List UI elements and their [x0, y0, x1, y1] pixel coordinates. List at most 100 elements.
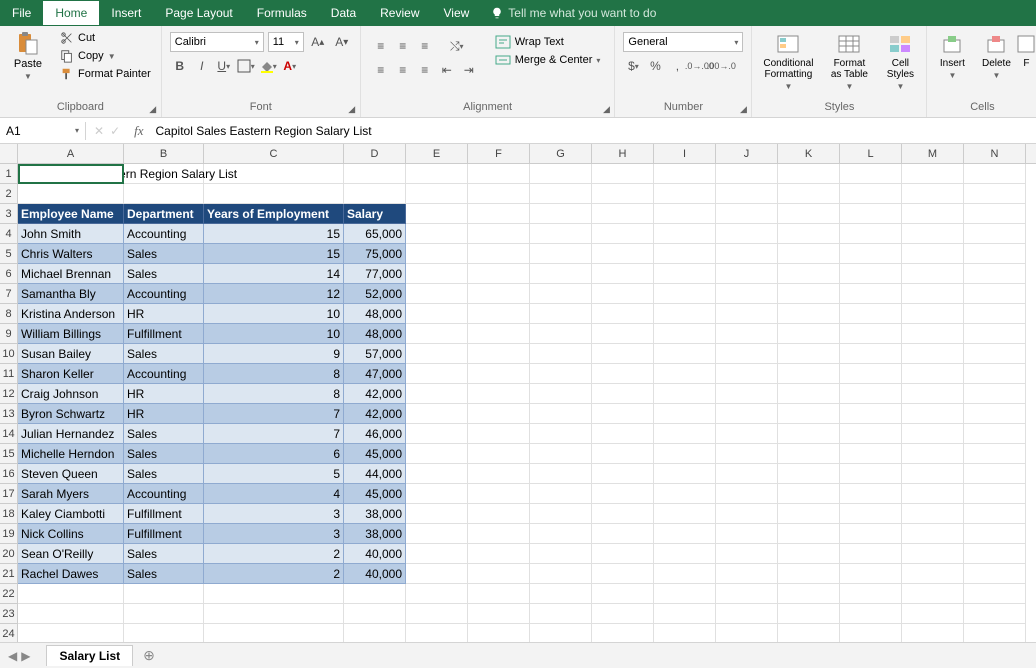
- table-cell[interactable]: 45,000: [344, 444, 406, 464]
- cell-E5[interactable]: [406, 244, 468, 264]
- cell-K8[interactable]: [778, 304, 840, 324]
- cell-G24[interactable]: [530, 624, 592, 642]
- cell-L16[interactable]: [840, 464, 902, 484]
- cell-C24[interactable]: [204, 624, 344, 642]
- row-header-2[interactable]: 2: [0, 184, 17, 204]
- italic-button[interactable]: I: [192, 56, 212, 76]
- cell-I4[interactable]: [654, 224, 716, 244]
- cell-L8[interactable]: [840, 304, 902, 324]
- cell-L1[interactable]: [840, 164, 902, 184]
- cell-N24[interactable]: [964, 624, 1026, 642]
- cell-J21[interactable]: [716, 564, 778, 584]
- table-header-0[interactable]: Employee Name: [18, 204, 124, 224]
- table-cell[interactable]: Julian Hernandez: [18, 424, 124, 444]
- conditional-formatting-button[interactable]: Conditional Formatting▼: [756, 28, 820, 95]
- formula-input[interactable]: Capitol Sales Eastern Region Salary List: [150, 122, 1036, 140]
- cell-N7[interactable]: [964, 284, 1026, 304]
- cell-E24[interactable]: [406, 624, 468, 642]
- cell-K7[interactable]: [778, 284, 840, 304]
- table-cell[interactable]: 3: [204, 524, 344, 544]
- table-cell[interactable]: Accounting: [124, 364, 204, 384]
- cell-L9[interactable]: [840, 324, 902, 344]
- cell-G19[interactable]: [530, 524, 592, 544]
- cell-E6[interactable]: [406, 264, 468, 284]
- cell-B1[interactable]: [124, 164, 204, 184]
- alignment-dialog-launcher[interactable]: ◢: [600, 103, 612, 115]
- table-cell[interactable]: Samantha Bly: [18, 284, 124, 304]
- tab-review[interactable]: Review: [368, 1, 431, 25]
- cell-G10[interactable]: [530, 344, 592, 364]
- table-cell[interactable]: Kristina Anderson: [18, 304, 124, 324]
- cell-J3[interactable]: [716, 204, 778, 224]
- cell-A1[interactable]: [18, 164, 124, 184]
- fx-icon[interactable]: fx: [128, 123, 149, 139]
- cancel-formula-icon[interactable]: ✕: [94, 124, 104, 138]
- cell-I2[interactable]: [654, 184, 716, 204]
- cell-D24[interactable]: [344, 624, 406, 642]
- paste-button[interactable]: Paste ▼: [4, 28, 52, 85]
- cell-J23[interactable]: [716, 604, 778, 624]
- cell-I14[interactable]: [654, 424, 716, 444]
- cell-M11[interactable]: [902, 364, 964, 384]
- cell-I13[interactable]: [654, 404, 716, 424]
- table-cell[interactable]: 9: [204, 344, 344, 364]
- cell-G12[interactable]: [530, 384, 592, 404]
- insert-cells-button[interactable]: Insert▼: [931, 28, 973, 84]
- table-cell[interactable]: 52,000: [344, 284, 406, 304]
- row-header-20[interactable]: 20: [0, 544, 17, 564]
- col-header-N[interactable]: N: [964, 144, 1026, 163]
- cell-G11[interactable]: [530, 364, 592, 384]
- cell-G17[interactable]: [530, 484, 592, 504]
- cell-H7[interactable]: [592, 284, 654, 304]
- row-header-13[interactable]: 13: [0, 404, 17, 424]
- cell-L20[interactable]: [840, 544, 902, 564]
- cell-H16[interactable]: [592, 464, 654, 484]
- cell-E2[interactable]: [406, 184, 468, 204]
- cell-M12[interactable]: [902, 384, 964, 404]
- table-cell[interactable]: 7: [204, 404, 344, 424]
- cell-H1[interactable]: [592, 164, 654, 184]
- table-cell[interactable]: Sarah Myers: [18, 484, 124, 504]
- cell-H15[interactable]: [592, 444, 654, 464]
- table-cell[interactable]: Michelle Herndon: [18, 444, 124, 464]
- cell-L4[interactable]: [840, 224, 902, 244]
- cell-F6[interactable]: [468, 264, 530, 284]
- cell-K13[interactable]: [778, 404, 840, 424]
- cell-J12[interactable]: [716, 384, 778, 404]
- cell-K14[interactable]: [778, 424, 840, 444]
- cell-H2[interactable]: [592, 184, 654, 204]
- cell-K6[interactable]: [778, 264, 840, 284]
- align-bottom-button[interactable]: ≡: [415, 36, 435, 56]
- row-header-12[interactable]: 12: [0, 384, 17, 404]
- cell-M24[interactable]: [902, 624, 964, 642]
- table-cell[interactable]: 46,000: [344, 424, 406, 444]
- table-cell[interactable]: William Billings: [18, 324, 124, 344]
- cell-K19[interactable]: [778, 524, 840, 544]
- row-header-10[interactable]: 10: [0, 344, 17, 364]
- tab-view[interactable]: View: [432, 1, 482, 25]
- table-cell[interactable]: Sales: [124, 544, 204, 564]
- table-cell[interactable]: 15: [204, 244, 344, 264]
- column-headers[interactable]: ABCDEFGHIJKLMN: [18, 144, 1036, 164]
- row-header-11[interactable]: 11: [0, 364, 17, 384]
- cell-N11[interactable]: [964, 364, 1026, 384]
- cell-K11[interactable]: [778, 364, 840, 384]
- cell-B24[interactable]: [124, 624, 204, 642]
- cell-H4[interactable]: [592, 224, 654, 244]
- cell-I6[interactable]: [654, 264, 716, 284]
- cell-K1[interactable]: [778, 164, 840, 184]
- cell-I7[interactable]: [654, 284, 716, 304]
- cell-F19[interactable]: [468, 524, 530, 544]
- cell-K2[interactable]: [778, 184, 840, 204]
- cell-H22[interactable]: [592, 584, 654, 604]
- table-cell[interactable]: 14: [204, 264, 344, 284]
- table-cell[interactable]: 45,000: [344, 484, 406, 504]
- cell-F16[interactable]: [468, 464, 530, 484]
- cell-K3[interactable]: [778, 204, 840, 224]
- spreadsheet-grid[interactable]: ABCDEFGHIJKLMN 1234567891011121314151617…: [0, 144, 1036, 642]
- cell-J2[interactable]: [716, 184, 778, 204]
- cell-F8[interactable]: [468, 304, 530, 324]
- cell-H5[interactable]: [592, 244, 654, 264]
- cell-H24[interactable]: [592, 624, 654, 642]
- cell-J14[interactable]: [716, 424, 778, 444]
